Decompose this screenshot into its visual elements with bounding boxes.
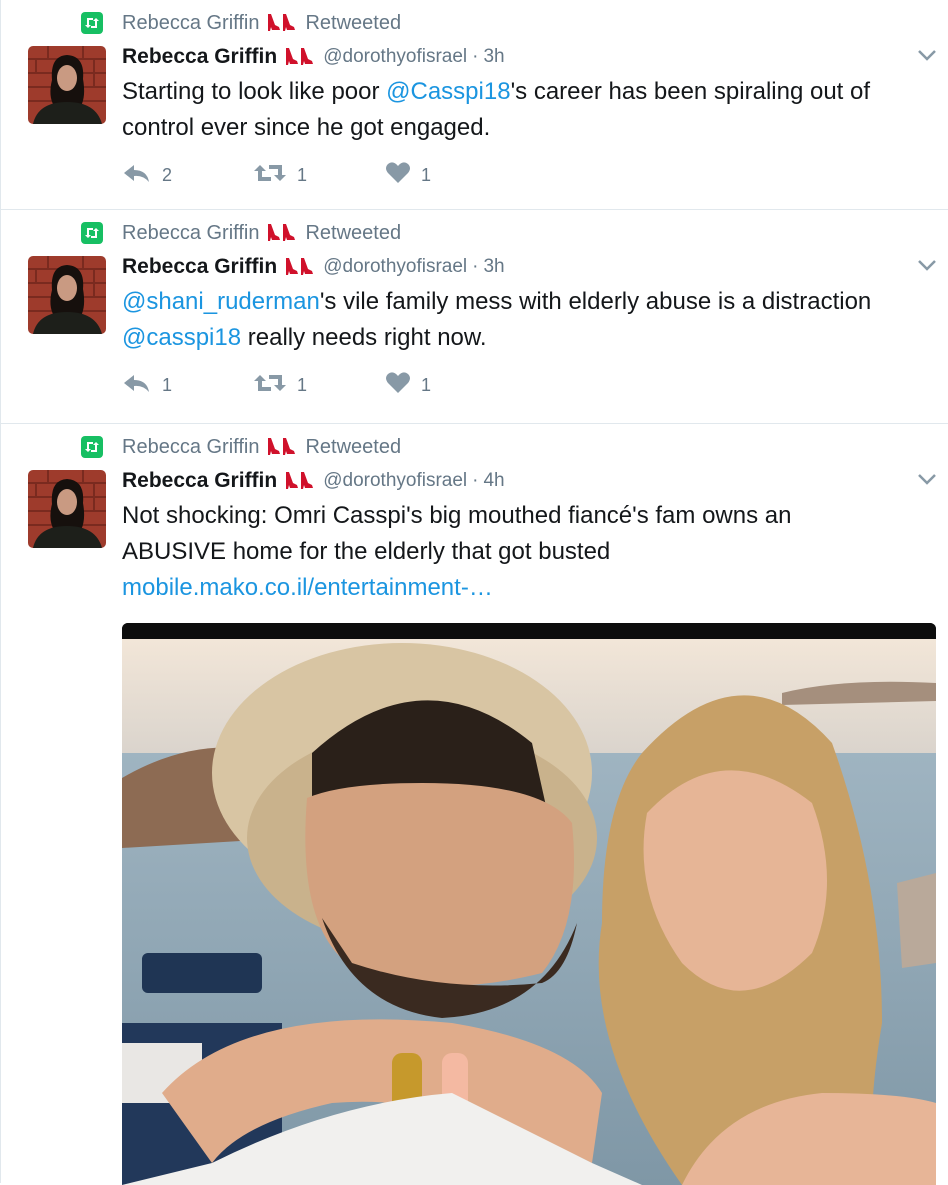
retweet-button[interactable]: 1 — [253, 161, 385, 190]
author-avatar[interactable] — [28, 470, 106, 548]
high-heel-icon — [267, 12, 297, 34]
reply-count: 1 — [162, 374, 173, 395]
heart-icon — [385, 371, 411, 400]
retweet-context: Rebecca Griffin Retweeted — [81, 10, 401, 36]
separator-dot: · — [472, 46, 479, 67]
retweeted-label: Retweeted — [305, 435, 402, 458]
chevron-down-icon[interactable] — [916, 256, 938, 274]
retweet-badge-icon — [81, 222, 103, 244]
tweet-timestamp[interactable]: 3h — [483, 46, 504, 68]
tweet-text-segment: 's vile family mess with elderly abuse i… — [319, 288, 872, 315]
author-name[interactable]: Rebecca Griffin — [122, 45, 277, 69]
retweet-badge-icon — [81, 436, 103, 458]
retweet-icon — [253, 371, 287, 400]
author-handle[interactable]: @dorothyofisrael — [323, 46, 467, 68]
tweet-text-segment: Not shocking: Omri Casspi's big mouthed … — [122, 502, 792, 565]
reply-icon — [122, 162, 152, 189]
like-count: 1 — [421, 164, 432, 185]
chevron-down-icon[interactable] — [916, 470, 938, 488]
tweet-text: Starting to look like poor @Casspi18's c… — [122, 74, 937, 146]
like-count: 1 — [421, 374, 432, 395]
author-name[interactable]: Rebecca Griffin — [122, 255, 277, 279]
high-heel-icon — [267, 436, 297, 458]
reply-icon — [122, 372, 152, 399]
timeline: Rebecca Griffin Retweeted Rebecca Griffi… — [0, 0, 948, 1185]
author-handle[interactable]: @dorothyofisrael — [323, 256, 467, 278]
tweet-text-segment: really needs right now. — [241, 324, 487, 351]
retweet-count: 1 — [297, 374, 308, 395]
article-link[interactable]: mobile.mako.co.il/entertainment-… — [122, 574, 493, 601]
retweet-context: Rebecca Griffin Retweeted — [81, 434, 401, 460]
tweet-photo[interactable] — [122, 623, 936, 1185]
reply-button[interactable]: 2 — [122, 162, 253, 189]
mention-link[interactable]: @Casspi18 — [386, 78, 510, 105]
tweet-actions: 2 1 1 — [122, 160, 431, 190]
retweet-badge-icon — [81, 12, 103, 34]
chevron-down-icon[interactable] — [916, 46, 938, 64]
retweeter-name-link[interactable]: Rebecca Griffin — [122, 436, 259, 459]
separator-dot: · — [472, 256, 479, 277]
author-handle[interactable]: @dorothyofisrael — [323, 470, 467, 492]
retweet-context: Rebecca Griffin Retweeted — [81, 220, 401, 246]
tweet-text: Not shocking: Omri Casspi's big mouthed … — [122, 498, 882, 606]
reply-count: 2 — [162, 164, 173, 185]
tweet-1[interactable]: Rebecca Griffin Retweeted Rebecca Griffi… — [1, 0, 948, 210]
author-name[interactable]: Rebecca Griffin — [122, 469, 277, 493]
tweet-header: Rebecca Griffin @dorothyofisrael · 4h — [122, 466, 888, 496]
high-heel-icon — [267, 222, 297, 244]
tweet-timestamp[interactable]: 4h — [483, 470, 504, 492]
tweet-text-segment: Starting to look like poor — [122, 78, 387, 105]
retweeter-name-link[interactable]: Rebecca Griffin — [122, 12, 259, 35]
retweet-count: 1 — [297, 164, 308, 185]
high-heel-icon — [285, 46, 315, 68]
high-heel-icon — [285, 470, 315, 492]
tweet-3[interactable]: Rebecca Griffin Retweeted Rebecca Griffi… — [1, 424, 948, 1185]
author-avatar[interactable] — [28, 256, 106, 334]
like-button[interactable]: 1 — [385, 161, 431, 190]
separator-dot: · — [472, 470, 479, 491]
reply-button[interactable]: 1 — [122, 372, 253, 399]
high-heel-icon — [285, 256, 315, 278]
tweet-timestamp[interactable]: 3h — [483, 256, 504, 278]
like-button[interactable]: 1 — [385, 371, 431, 400]
retweet-icon — [253, 161, 287, 190]
tweet-text: @shani_ruderman's vile family mess with … — [122, 284, 937, 356]
mention-link[interactable]: @casspi18 — [122, 324, 241, 351]
retweeted-label: Retweeted — [305, 221, 402, 244]
retweet-button[interactable]: 1 — [253, 371, 385, 400]
tweet-header: Rebecca Griffin @dorothyofisrael · 3h — [122, 42, 888, 72]
retweeted-label: Retweeted — [305, 11, 402, 34]
retweeter-name-link[interactable]: Rebecca Griffin — [122, 222, 259, 245]
tweet-actions: 1 1 1 — [122, 370, 431, 400]
author-avatar[interactable] — [28, 46, 106, 124]
mention-link[interactable]: @shani_ruderman — [122, 288, 320, 315]
heart-icon — [385, 161, 411, 190]
tweet-2[interactable]: Rebecca Griffin Retweeted Rebecca Griffi… — [1, 210, 948, 424]
tweet-header: Rebecca Griffin @dorothyofisrael · 3h — [122, 252, 888, 282]
